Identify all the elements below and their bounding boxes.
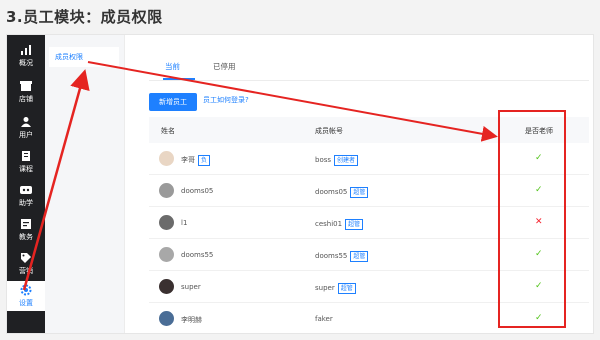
member-name: super bbox=[181, 283, 201, 291]
member-name: dooms55 bbox=[181, 251, 214, 259]
column-header-account: 成员帐号 bbox=[315, 127, 343, 135]
page-heading: 3.员工模块：成员权限 bbox=[6, 8, 163, 26]
table-row[interactable]: super super 超管 ✓ bbox=[149, 271, 589, 303]
marketing-icon bbox=[21, 253, 31, 263]
avatar bbox=[159, 215, 174, 230]
nav-item-academic[interactable]: 教务 bbox=[7, 215, 45, 249]
nav-label: 设置 bbox=[19, 299, 33, 307]
tab-current[interactable]: 当前 bbox=[165, 61, 180, 72]
course-icon bbox=[22, 151, 30, 161]
nav-label: 课程 bbox=[19, 165, 33, 173]
members-panel: 当前 已停用 新增员工 员工如何登录? 姓名 成员帐号 是否老师 李哥负 bos… bbox=[131, 35, 593, 333]
cross-icon: ✕ bbox=[535, 217, 543, 227]
avatar bbox=[159, 311, 174, 326]
nav-item-assistant[interactable]: 助学 bbox=[7, 181, 45, 215]
table-row[interactable]: l1 ceshi01 超管 ✕ bbox=[149, 207, 589, 239]
column-header-is-teacher: 是否老师 bbox=[525, 127, 553, 135]
submenu-item-member-permissions[interactable]: 成员权限 bbox=[49, 47, 119, 67]
nav-label: 营销 bbox=[19, 267, 33, 275]
avatar bbox=[159, 183, 174, 198]
check-icon: ✓ bbox=[535, 153, 543, 163]
member-name: 李哥负 bbox=[181, 155, 211, 166]
table-row[interactable]: 李明赫 faker ✓ bbox=[149, 303, 589, 333]
store-icon bbox=[20, 81, 32, 91]
check-icon: ✓ bbox=[535, 313, 543, 323]
user-icon bbox=[21, 117, 31, 127]
nav-label: 助学 bbox=[19, 199, 33, 207]
name-tag: 负 bbox=[198, 155, 211, 166]
tab-disabled[interactable]: 已停用 bbox=[213, 61, 236, 72]
role-tag: 创建者 bbox=[334, 155, 359, 166]
member-account: dooms05 超管 bbox=[315, 187, 369, 198]
member-account: dooms55 超管 bbox=[315, 251, 369, 262]
side-nav-rail: 概况 店铺 用户 课程 助学 教务 营销 设置 bbox=[7, 35, 45, 333]
nav-label: 教务 bbox=[19, 233, 33, 241]
table-row[interactable]: dooms55 dooms55 超管 ✓ bbox=[149, 239, 589, 271]
active-tab-indicator bbox=[163, 78, 195, 80]
check-icon: ✓ bbox=[535, 281, 543, 291]
member-account: ceshi01 超管 bbox=[315, 219, 364, 230]
nav-label: 用户 bbox=[19, 131, 33, 139]
nav-item-users[interactable]: 用户 bbox=[7, 113, 45, 147]
avatar bbox=[159, 247, 174, 262]
role-tag: 超管 bbox=[350, 251, 369, 262]
login-help-link[interactable]: 员工如何登录? bbox=[203, 95, 249, 105]
nav-item-settings[interactable]: 设置 bbox=[7, 281, 45, 311]
table-row[interactable]: 李哥负 boss 创建者 ✓ bbox=[149, 143, 589, 175]
column-header-name: 姓名 bbox=[161, 127, 175, 135]
check-icon: ✓ bbox=[535, 249, 543, 259]
avatar bbox=[159, 279, 174, 294]
overview-icon bbox=[21, 45, 31, 55]
settings-icon bbox=[20, 284, 32, 296]
check-icon: ✓ bbox=[535, 185, 543, 195]
avatar bbox=[159, 151, 174, 166]
nav-label: 店铺 bbox=[19, 95, 33, 103]
table-row[interactable]: dooms05 dooms05 超管 ✓ bbox=[149, 175, 589, 207]
academic-icon bbox=[21, 219, 31, 229]
member-name: l1 bbox=[181, 219, 188, 227]
nav-item-overview[interactable]: 概况 bbox=[7, 41, 45, 75]
member-name: 李明赫 bbox=[181, 316, 202, 324]
nav-item-store[interactable]: 店铺 bbox=[7, 77, 45, 111]
status-tabs: 当前 已停用 bbox=[149, 57, 589, 81]
settings-submenu: 成员权限 bbox=[45, 35, 125, 333]
member-name: dooms05 bbox=[181, 187, 214, 195]
nav-label: 概况 bbox=[19, 59, 33, 67]
role-tag: 超管 bbox=[337, 283, 356, 294]
assistant-icon bbox=[20, 186, 32, 194]
role-tag: 超管 bbox=[345, 219, 364, 230]
role-tag: 超管 bbox=[350, 187, 369, 198]
member-account: super 超管 bbox=[315, 283, 356, 294]
member-account: boss 创建者 bbox=[315, 155, 359, 166]
table-header: 姓名 成员帐号 是否老师 bbox=[149, 117, 589, 143]
member-account: faker bbox=[315, 315, 333, 323]
nav-item-marketing[interactable]: 营销 bbox=[7, 249, 45, 283]
add-employee-button[interactable]: 新增员工 bbox=[149, 93, 197, 111]
nav-item-course[interactable]: 课程 bbox=[7, 147, 45, 181]
app-window: 概况 店铺 用户 课程 助学 教务 营销 设置 成员权限 当前 已停用 新增员工… bbox=[6, 34, 594, 334]
